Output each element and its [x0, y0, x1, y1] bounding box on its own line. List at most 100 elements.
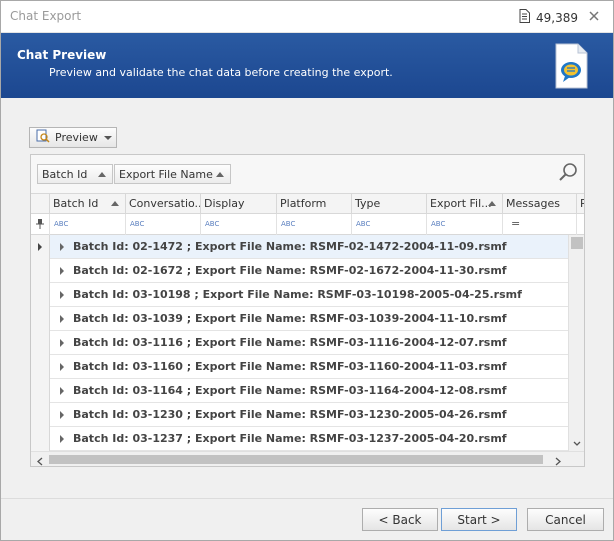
group-chip-batch-id[interactable]: Batch Id [37, 164, 113, 184]
filter-cell-type[interactable]: ABC [352, 214, 427, 235]
group-chip-label: Batch Id [42, 168, 88, 181]
expand-arrow-icon[interactable] [60, 411, 64, 419]
sort-ascending-icon [98, 172, 106, 177]
back-button[interactable]: < Back [362, 508, 438, 531]
filter-cell-messages[interactable]: = [503, 214, 577, 235]
column-header-batch-id[interactable]: Batch Id [50, 194, 126, 214]
column-header-type[interactable]: Type [352, 194, 427, 214]
group-row-text: Batch Id: 03-1237 ; Export File Name: RS… [73, 432, 507, 445]
column-header-label: Messages [506, 197, 560, 210]
header-band: Chat Preview Preview and validate the ch… [1, 33, 613, 98]
preview-label: Preview [55, 131, 98, 144]
column-header-partial[interactable]: P [577, 194, 584, 214]
header-subtitle: Preview and validate the chat data befor… [49, 66, 393, 79]
focused-row-arrow-icon [38, 243, 42, 251]
scroll-left-icon[interactable] [36, 455, 44, 466]
header-title: Chat Preview [17, 48, 107, 62]
expand-arrow-icon[interactable] [60, 387, 64, 395]
filter-cell-platform[interactable]: ABC [277, 214, 352, 235]
column-header-label: Platform [280, 197, 327, 210]
close-icon[interactable] [585, 7, 603, 25]
filter-cell-batch-id[interactable]: ABC [50, 214, 126, 235]
window-title: Chat Export [10, 9, 82, 23]
sort-ascending-icon [216, 172, 224, 177]
title-bar: Chat Export 49,389 [1, 1, 613, 33]
horizontal-scroll-thumb[interactable] [49, 455, 543, 464]
group-row-text: Batch Id: 03-1164 ; Export File Name: RS… [73, 384, 507, 397]
group-row[interactable]: Batch Id: 03-1164 ; Export File Name: RS… [50, 379, 568, 403]
expand-arrow-icon[interactable] [60, 315, 64, 323]
text-filter-icon: ABC [205, 220, 220, 228]
vertical-scrollbar[interactable] [568, 235, 584, 451]
row-indicator-column [31, 235, 50, 451]
auto-filter-row: ABC ABC ABC ABC ABC ABC = [31, 214, 584, 235]
group-chip-export-file-name[interactable]: Export File Name [114, 164, 231, 184]
group-row-text: Batch Id: 02-1672 ; Export File Name: RS… [73, 264, 507, 277]
group-row[interactable]: Batch Id: 03-1237 ; Export File Name: RS… [50, 427, 568, 451]
group-row[interactable]: Batch Id: 03-1116 ; Export File Name: RS… [50, 331, 568, 355]
chevron-down-icon [104, 136, 112, 140]
expand-arrow-icon[interactable] [60, 363, 64, 371]
group-row[interactable]: Batch Id: 03-1039 ; Export File Name: RS… [50, 307, 568, 331]
sort-ascending-icon [111, 201, 119, 206]
record-count: 49,389 [519, 9, 578, 26]
text-filter-icon: ABC [130, 220, 145, 228]
column-header-label: Conversatio... [129, 197, 201, 210]
group-by-panel: Batch Id Export File Name [31, 155, 584, 194]
expand-arrow-icon[interactable] [60, 267, 64, 275]
column-header-messages[interactable]: Messages [503, 194, 577, 214]
preview-grid: Batch Id Export File Name Batch Id Conve… [30, 154, 585, 467]
group-row[interactable]: Batch Id: 02-1472 ; Export File Name: RS… [50, 235, 568, 259]
column-header-display[interactable]: Display [201, 194, 277, 214]
group-row[interactable]: Batch Id: 02-1672 ; Export File Name: RS… [50, 259, 568, 283]
expand-arrow-icon[interactable] [60, 339, 64, 347]
group-row[interactable]: Batch Id: 03-1230 ; Export File Name: RS… [50, 403, 568, 427]
horizontal-scrollbar[interactable] [31, 451, 584, 466]
column-header-label: Batch Id [53, 197, 99, 210]
vertical-scroll-thumb[interactable] [571, 237, 583, 249]
preview-dropdown-button[interactable]: Preview [29, 127, 117, 148]
filter-cell-display[interactable]: ABC [201, 214, 277, 235]
text-filter-icon: ABC [356, 220, 371, 228]
chat-export-window: Chat Export 49,389 Chat Preview Preview … [0, 0, 614, 541]
document-icon [519, 9, 530, 26]
group-row-text: Batch Id: 03-1039 ; Export File Name: RS… [73, 312, 507, 325]
dialog-footer: < Back Start > Cancel [1, 498, 613, 540]
filter-cell-conversation[interactable]: ABC [126, 214, 201, 235]
group-row-text: Batch Id: 03-1230 ; Export File Name: RS… [73, 408, 507, 421]
group-row[interactable]: Batch Id: 03-10198 ; Export File Name: R… [50, 283, 568, 307]
filter-row-indicator [31, 214, 50, 235]
scroll-right-icon[interactable] [554, 455, 562, 466]
scroll-down-icon[interactable] [573, 437, 581, 446]
text-filter-icon: ABC [54, 220, 69, 228]
indicator-header [31, 194, 50, 214]
column-header-export-file[interactable]: Export Fil... [427, 194, 503, 214]
cancel-button[interactable]: Cancel [527, 508, 604, 531]
pin-icon [36, 219, 44, 229]
group-row-text: Batch Id: 03-10198 ; Export File Name: R… [73, 288, 522, 301]
column-header-platform[interactable]: Platform [277, 194, 352, 214]
column-header-label: Export Fil... [430, 197, 492, 210]
content-area: Preview Batch Id Export File Name Batch … [1, 98, 613, 498]
column-header-row: Batch Id Conversatio... Display Platform… [31, 194, 584, 214]
record-count-value: 49,389 [536, 10, 578, 25]
group-chip-label: Export File Name [119, 168, 213, 181]
chat-document-icon [553, 43, 589, 92]
column-header-label: Display [204, 197, 245, 210]
column-header-label: Type [355, 197, 381, 210]
text-filter-icon: ABC [431, 220, 446, 228]
start-button[interactable]: Start > [441, 508, 517, 531]
search-icon[interactable] [557, 161, 579, 186]
column-header-conversation[interactable]: Conversatio... [126, 194, 201, 214]
expand-arrow-icon[interactable] [60, 291, 64, 299]
expand-arrow-icon[interactable] [60, 435, 64, 443]
text-filter-icon: ABC [281, 220, 296, 228]
group-row-text: Batch Id: 03-1160 ; Export File Name: RS… [73, 360, 507, 373]
equals-filter-icon: = [511, 217, 521, 230]
filter-cell-export-file[interactable]: ABC [427, 214, 503, 235]
group-row-text: Batch Id: 02-1472 ; Export File Name: RS… [73, 240, 507, 253]
group-row[interactable]: Batch Id: 03-1160 ; Export File Name: RS… [50, 355, 568, 379]
expand-arrow-icon[interactable] [60, 243, 64, 251]
preview-icon [36, 129, 50, 146]
group-row-text: Batch Id: 03-1116 ; Export File Name: RS… [73, 336, 507, 349]
